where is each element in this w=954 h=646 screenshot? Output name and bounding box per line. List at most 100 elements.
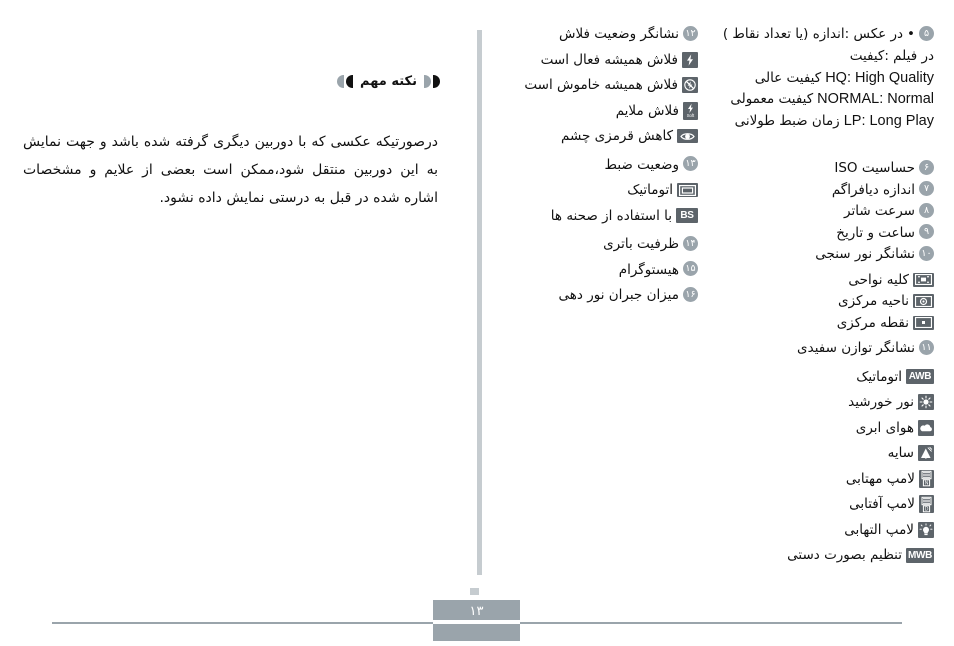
item-number-badge: ۱۵ xyxy=(683,261,698,277)
footer-tick xyxy=(470,588,479,595)
quality-code: LP: Long Play xyxy=(843,112,934,129)
sub-line: LP: Long Play زمان ضبط طولانی xyxy=(704,111,934,132)
icon-label: تنظیم بصورت دستی xyxy=(787,547,902,563)
icon-label: فلاش ملایم xyxy=(615,102,679,119)
list-item: ۱۲ نشانگر وضعیت فلاش xyxy=(498,24,698,45)
icon-label: لامپ آفتابی xyxy=(849,496,915,512)
sub-line: NORMAL: Normal کیفیت معمولی xyxy=(704,89,934,110)
page-number-gap xyxy=(433,620,520,624)
icon-label: لامپ مهتابی xyxy=(845,470,915,487)
item-number-badge: ۹ xyxy=(919,224,934,240)
item-label: وضعیت ضبط xyxy=(604,156,679,173)
important-note-header: نکته مهم xyxy=(337,74,440,89)
sub-line: HQ: High Quality کیفیت عالی xyxy=(704,68,934,89)
item-number-badge: ۷ xyxy=(919,181,934,197)
flash-soft-icon: Soft xyxy=(683,101,698,120)
list-item: ۱۳ وضعیت ضبط xyxy=(498,155,698,176)
item-number-badge: ۱۰ xyxy=(919,245,934,261)
list-item: ۱۵ هیستوگرام xyxy=(498,260,698,281)
icon-row: N لامپ مهتابی xyxy=(704,469,934,490)
icon-label: نقطه مرکزی xyxy=(836,314,909,331)
sunlight-icon xyxy=(918,394,934,411)
item-number-badge: ۱۱ xyxy=(919,339,934,355)
multi-area-metering-icon xyxy=(913,272,934,287)
item-label: در عکس :اندازه (یا تعداد نقاط ) xyxy=(722,26,904,42)
important-note-title: نکته مهم xyxy=(360,74,417,89)
icon-row: ناحیه مرکزی xyxy=(704,291,934,312)
icon-row: D لامپ آفتابی xyxy=(704,494,934,515)
quality-label: زمان ضبط طولانی xyxy=(734,112,840,129)
quality-label: کیفیت معمولی xyxy=(730,91,814,107)
icon-label: فلاش همیشه خاموش است xyxy=(524,77,678,93)
svg-text:N: N xyxy=(925,481,929,487)
icon-row: فلاش همیشه فعال است xyxy=(498,50,698,71)
awb-icon: AWB xyxy=(906,369,934,385)
icon-row: هوای ابری xyxy=(704,418,934,439)
shade-icon xyxy=(918,445,934,462)
icon-label: کلیه نواحی xyxy=(848,271,909,288)
quality-label: کیفیت عالی xyxy=(754,69,822,86)
list-item: ۹ ساعت و تاریخ xyxy=(704,223,934,244)
icon-label: با استفاده از صحنه ها xyxy=(550,207,672,224)
icon-row: Soft فلاش ملایم xyxy=(498,101,698,122)
item-label: هیستوگرام xyxy=(618,261,679,278)
list-item: ۶ حساسیت ISO xyxy=(704,158,934,179)
bullet-mark: • xyxy=(907,26,915,42)
fluorescent-lamp-2-icon: D xyxy=(919,495,934,514)
flash-always-on-icon xyxy=(682,51,698,68)
item-number-badge: ۶ xyxy=(919,159,934,175)
icon-label: ناحیه مرکزی xyxy=(838,293,909,309)
item-number-badge: ۱۳ xyxy=(683,156,698,172)
item-label: میزان جبران نور دهی xyxy=(558,287,679,303)
icon-label: فلاش همیشه فعال است xyxy=(540,51,678,68)
center-area-metering-icon xyxy=(913,294,934,309)
icon-row: BS با استفاده از صحنه ها xyxy=(498,206,698,227)
column-divider xyxy=(477,30,482,575)
list-item: ۵ • در عکس :اندازه (یا تعداد نقاط ) xyxy=(704,24,934,45)
icon-row: کاهش قرمزی چشم xyxy=(498,126,698,147)
item-label: حساسیت ISO xyxy=(834,160,915,176)
icon-label: هوای ابری xyxy=(855,419,914,436)
item-label: نشانگر وضعیت فلاش xyxy=(559,26,679,42)
fluorescent-lamp-1-icon: N xyxy=(919,469,934,488)
icon-row: فلاش همیشه خاموش است xyxy=(498,75,698,96)
icon-label: کاهش قرمزی چشم xyxy=(561,128,673,144)
svg-text:Soft: Soft xyxy=(687,113,695,118)
spot-metering-icon xyxy=(913,315,934,330)
icon-row: اتوماتیک xyxy=(498,180,698,201)
icon-label: لامپ التهابی xyxy=(844,521,914,538)
sub-line: در فیلم :کیفیت xyxy=(849,47,934,64)
item-number-badge: ۸ xyxy=(919,202,934,218)
spec-list-column-b: ۱۲ نشانگر وضعیت فلاش فلاش همیشه فعال است xyxy=(498,24,698,307)
icon-row: سایه xyxy=(704,443,934,464)
icon-label: نور خورشید xyxy=(848,394,914,410)
icon-label: اتوماتیک xyxy=(627,182,673,198)
item-label: نشانگر توازن سفیدی xyxy=(797,340,915,356)
quality-code: NORMAL: Normal xyxy=(817,91,934,107)
note-marker-left-icon xyxy=(337,75,354,88)
best-shot-icon: BS xyxy=(676,208,698,224)
manual-page: نکته مهم درصورتیکه عکسی که با دوربین دیگ… xyxy=(0,0,954,646)
red-eye-reduction-icon xyxy=(677,129,698,144)
icon-label: سایه xyxy=(887,445,914,461)
item-label: ظرفیت باتری xyxy=(603,236,679,252)
page-number-underblock xyxy=(433,625,520,641)
list-item: ۱۴ ظرفیت باتری xyxy=(498,234,698,255)
icon-row: MWB تنظیم بصورت دستی xyxy=(704,545,934,566)
icon-row: کلیه نواحی xyxy=(704,270,934,291)
icon-row: نقطه مرکزی xyxy=(704,313,934,334)
icon-row: AWB اتوماتیک xyxy=(704,367,934,388)
important-note-body: درصورتیکه عکسی که با دوربین دیگری گرفته … xyxy=(23,134,438,206)
item-number-badge: ۱۶ xyxy=(683,286,698,302)
list-item: ۷ اندازه دیافراگم xyxy=(704,180,934,201)
auto-record-icon xyxy=(677,183,698,198)
mwb-icon: MWB xyxy=(906,547,934,563)
tungsten-lamp-icon xyxy=(918,521,934,538)
list-item: ۸ سرعت شاتر xyxy=(704,201,934,222)
item-label: ساعت و تاریخ xyxy=(836,224,915,241)
list-item: ۱۰ نشانگر نور سنجی xyxy=(704,244,934,265)
cloudy-icon xyxy=(918,419,934,436)
icon-row: نور خورشید xyxy=(704,392,934,413)
flash-always-off-icon xyxy=(682,77,698,94)
item-label: نشانگر نور سنجی xyxy=(815,246,915,262)
